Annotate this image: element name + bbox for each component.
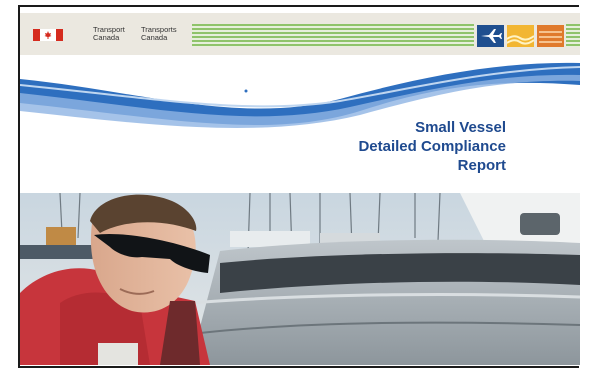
department-name-en: Transport Canada [93, 26, 138, 42]
title-line2: Detailed Compliance [358, 138, 506, 155]
report-title: Small Vessel Detailed Compliance Report [358, 118, 506, 175]
report-cover: Transport Canada Transports Canada Small… [20, 13, 580, 365]
department-name-fr: Transports Canada [141, 26, 196, 42]
train-icon [537, 25, 564, 47]
title-line3: Report [457, 157, 506, 174]
document-bottom-edge [18, 366, 579, 368]
canada-flag-icon [33, 29, 63, 41]
department-en-line2: Canada [93, 33, 120, 42]
header-band: Transport Canada Transports Canada [20, 13, 580, 55]
header-stripes-right [566, 24, 580, 47]
title-line1: Small Vessel [415, 119, 506, 136]
header-stripes [192, 24, 474, 47]
department-fr-line2: Canada [141, 33, 168, 42]
ship-icon [506, 25, 535, 47]
airplane-icon [477, 25, 504, 47]
cover-photo [20, 193, 580, 365]
